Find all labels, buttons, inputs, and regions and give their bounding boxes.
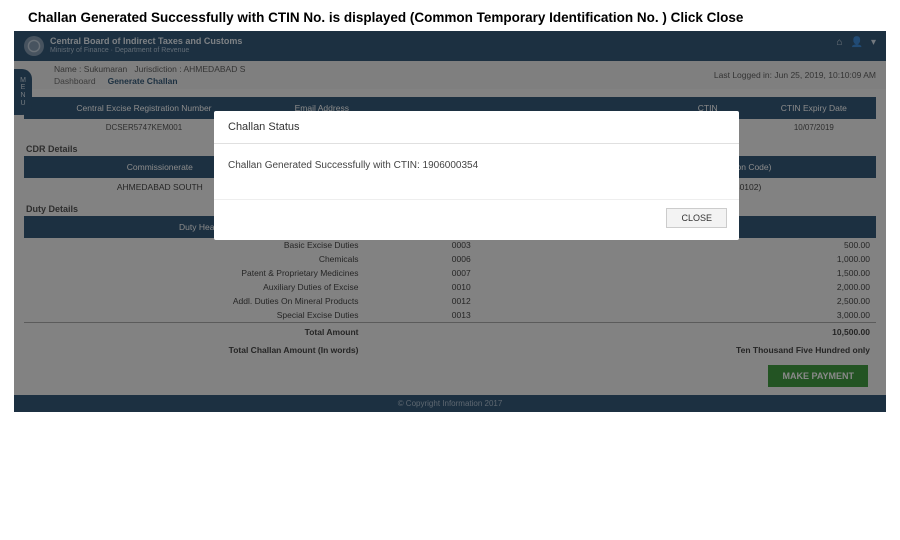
app-window: Central Board of Indirect Taxes and Cust… bbox=[14, 31, 886, 412]
challan-status-modal: Challan Status Challan Generated Success… bbox=[214, 111, 739, 240]
modal-title: Challan Status bbox=[214, 111, 739, 144]
modal-message: Challan Generated Successfully with CTIN… bbox=[214, 144, 739, 199]
instruction-caption: Challan Generated Successfully with CTIN… bbox=[0, 0, 900, 31]
caption-prefix: Challan Generated Successfully with CTIN… bbox=[28, 10, 671, 25]
modal-footer: CLOSE bbox=[214, 199, 739, 240]
caption-action: Click Close bbox=[671, 10, 744, 25]
close-button[interactable]: CLOSE bbox=[666, 208, 727, 228]
